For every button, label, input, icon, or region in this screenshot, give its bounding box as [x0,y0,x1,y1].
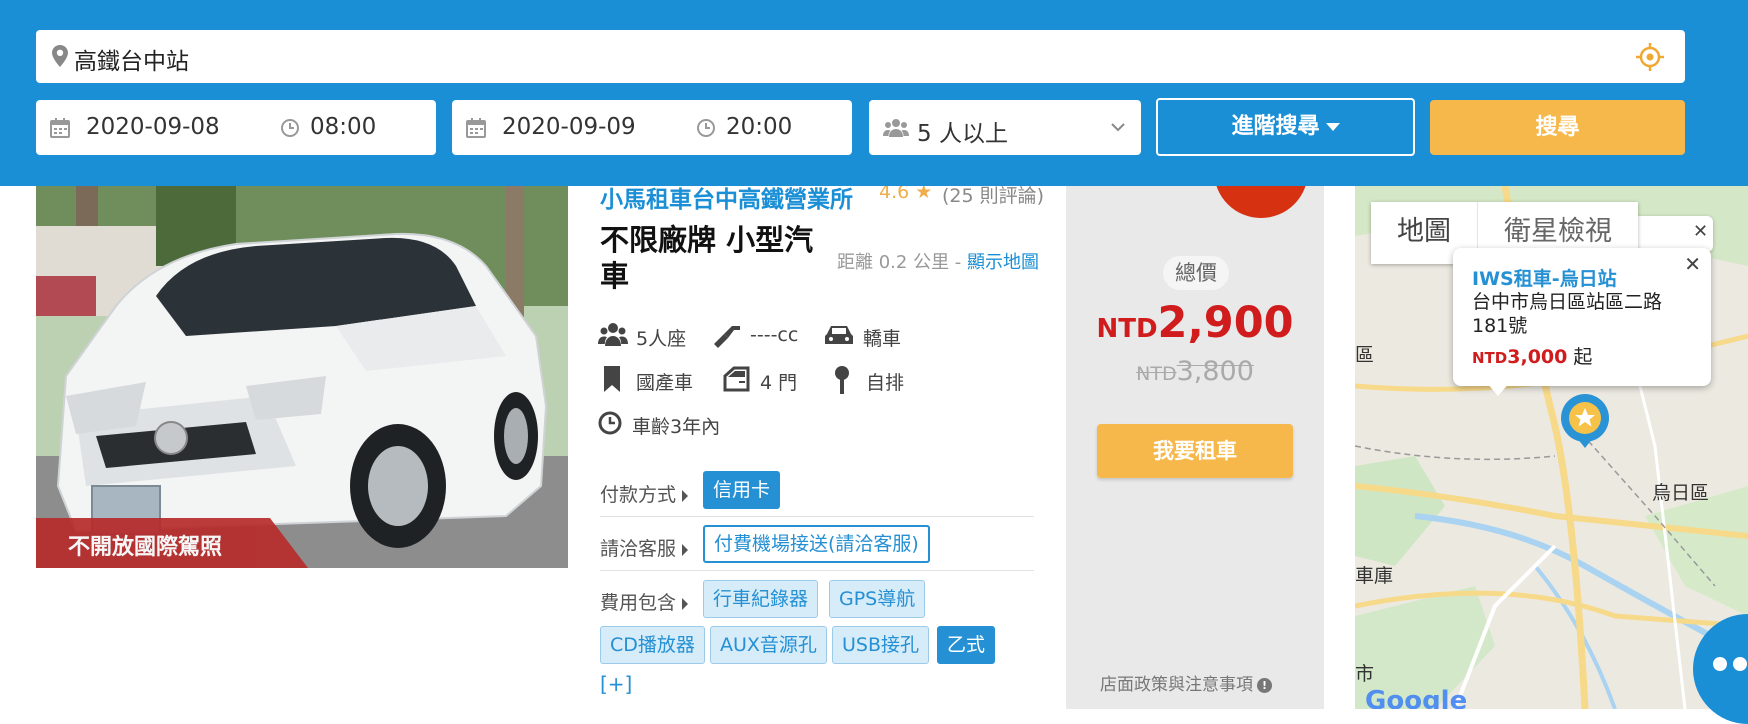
users-icon [598,323,628,346]
clock-icon [598,411,622,435]
includes-label-text: 費用包含 [600,592,677,614]
infowindow-currency: NTD [1472,349,1508,367]
infowindow-pointer [1486,382,1510,396]
info-icon: ! [1257,677,1272,693]
pickup-datetime-field[interactable]: 2020-09-08 08:00 [36,100,436,155]
current-price: NTD2,900 [1066,298,1324,348]
spec-doors-value: 4 門 [760,372,798,394]
original-price-amount: 3,800 [1176,356,1254,387]
store-policy-text: 店面政策與注意事項 [1100,675,1253,695]
contact-tag: 付費機場接送(請洽客服) [703,525,930,563]
caret-right-icon [682,489,689,502]
current-price-amount: 2,900 [1157,298,1294,348]
pickup-time: 08:00 [310,114,377,140]
more-features-link[interactable]: [+] [600,672,632,696]
includes-tag: GPS導航 [829,580,926,618]
search-header: 高鐵台中站 2020-09-08 08:00 2020-09-09 20:00 … [0,0,1748,186]
map-label: 車庫 [1355,565,1394,587]
car-door-icon [723,366,750,392]
distance-text: 距離 0.2 公里 - [837,252,968,273]
includes-tag: 行車紀錄器 [703,580,819,618]
map-label: 區 [1355,344,1375,366]
bookmark-icon [604,366,620,392]
spec-origin-value: 國產車 [636,372,694,394]
location-input[interactable]: 高鐵台中站 [36,30,1685,83]
distance-info: 距離 0.2 公里 - 顯示地圖 [837,248,1039,274]
divider [600,570,1034,571]
rent-button[interactable]: 我要租車 [1097,424,1293,478]
store-policy-link[interactable]: 店面政策與注意事項! [1100,670,1272,695]
no-intl-license-text: 不開放國際駕照 [68,535,223,560]
spec-body-value: 轎車 [863,328,902,350]
chat-dot [1733,657,1747,671]
divider [600,516,1034,517]
map-label: 烏日區 [1652,482,1710,504]
close-icon[interactable]: ✕ [1693,221,1708,242]
includes-label[interactable]: 費用包含 [600,588,689,615]
payment-tag: 信用卡 [703,471,781,509]
show-map-link[interactable]: 顯示地圖 [967,252,1039,273]
map-label: 市 [1355,663,1375,685]
return-date: 2020-09-09 [502,114,636,140]
original-price-currency: NTD [1136,363,1177,385]
infowindow-amount: 3,000 [1507,346,1568,368]
return-time: 20:00 [726,114,793,140]
spec-seats-value: 5人座 [636,328,687,350]
infowindow-suffix: 起 [1567,346,1593,368]
current-price-currency: NTD [1096,314,1158,344]
payment-label[interactable]: 付款方式 [600,480,689,507]
contact-label[interactable]: 請洽客服 [600,534,689,561]
spec-age-value: 車齡3年內 [632,416,721,438]
clock-icon [281,119,299,137]
price-panel: 總價 NTD2,900 NTD3,800 我要租車 店面政策與注意事項! [1066,186,1324,709]
advanced-search-button[interactable]: 進階搜尋 [1156,98,1415,156]
return-datetime-field[interactable]: 2020-09-09 20:00 [452,100,852,155]
infowindow-address: 台中市烏日區站區二路181號 [1472,291,1663,337]
car-title: 不限廠牌 小型汽車 [600,223,814,293]
caret-right-icon [682,597,689,610]
payment-label-text: 付款方式 [600,484,677,506]
spec-transmission-value: 自排 [866,372,905,394]
passenger-value: 5 人以上 [917,121,1008,147]
calendar-icon [466,118,486,138]
chat-dot [1713,657,1727,671]
locate-me-icon[interactable] [1635,42,1665,72]
spec-engine-value: ----cc [750,324,799,346]
contact-label-text: 請洽客服 [600,538,677,560]
car-image [36,186,568,568]
search-button[interactable]: 搜尋 [1430,100,1685,155]
car-photo[interactable]: 不開放國際駕照 [36,186,568,568]
chevron-down-icon [1111,123,1125,132]
google-logo: Google [1365,686,1468,709]
calendar-icon [50,118,70,138]
map[interactable]: 地圖 衛星檢視 ✕ ✕ IWS租車-烏日站 台中市烏日區站區二路181號 NTD… [1355,186,1748,709]
clock-icon [697,119,715,137]
passenger-select[interactable]: 5 人以上 [869,100,1141,155]
caret-right-icon [682,543,689,556]
original-price: NTD3,800 [1066,356,1324,387]
fuel-nozzle-icon [714,326,740,348]
advanced-search-label: 進階搜尋 [1231,114,1320,139]
car-icon [825,326,853,344]
includes-tag: AUX音源孔 [710,626,827,664]
location-value: 高鐵台中站 [74,49,189,75]
caret-down-icon [1325,123,1340,131]
pickup-date: 2020-09-08 [86,114,220,140]
gear-shift-icon [835,366,849,394]
no-intl-license-badge: 不開放國際駕照 [36,518,308,568]
map-pin-icon [52,45,68,67]
users-icon [883,119,909,137]
includes-tag: 乙式 [937,626,996,664]
map-infowindow: ✕ IWS租車-烏日站 台中市烏日區站區二路181號 NTD3,000 起 [1453,248,1711,386]
close-icon[interactable]: ✕ [1684,252,1701,276]
includes-tag: USB接孔 [832,626,930,664]
includes-tag: CD播放器 [600,626,705,664]
infowindow-price: NTD3,000 起 [1472,342,1592,369]
infowindow-title[interactable]: IWS租車-烏日站 [1472,264,1617,291]
total-label: 總價 [1163,256,1229,290]
